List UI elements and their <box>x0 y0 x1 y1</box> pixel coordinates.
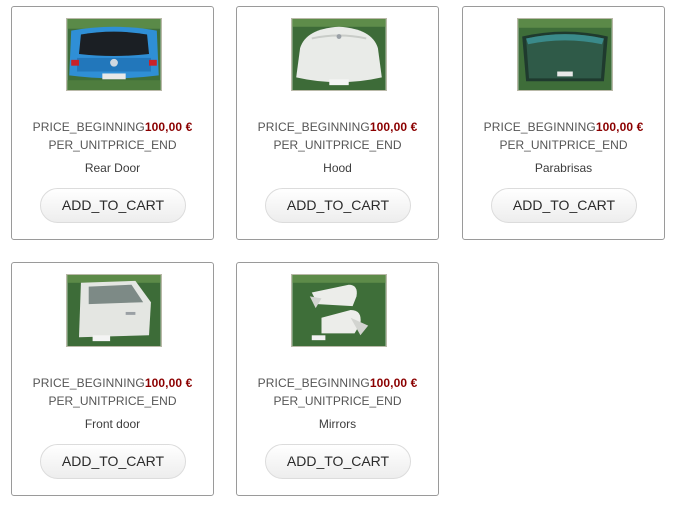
price-line: PRICE_BEGINNING100,00 € <box>12 376 213 390</box>
product-name: Parabrisas <box>534 161 593 175</box>
price-label: PRICE_BEGINNING <box>483 120 596 134</box>
add-to-cart-button[interactable]: ADD_TO_CART <box>265 188 411 223</box>
unit-label: PER_UNITPRICE_END <box>499 138 628 152</box>
product-grid: PRICE_BEGINNING100,00 € PER_UNITPRICE_EN… <box>0 0 680 512</box>
hood-image[interactable] <box>291 18 387 91</box>
price-amount: 100,00 € <box>369 376 418 390</box>
price-label: PRICE_BEGINNING <box>32 376 145 390</box>
add-to-cart-button[interactable]: ADD_TO_CART <box>40 444 186 479</box>
price-line: PRICE_BEGINNING100,00 € <box>463 120 664 134</box>
price-amount: 100,00 € <box>369 120 418 134</box>
add-to-cart-button[interactable]: ADD_TO_CART <box>40 188 186 223</box>
mirrors-image[interactable] <box>291 274 387 347</box>
add-to-cart-button[interactable]: ADD_TO_CART <box>491 188 637 223</box>
price-amount: 100,00 € <box>144 376 193 390</box>
windshield-image[interactable] <box>517 18 613 91</box>
price-label: PRICE_BEGINNING <box>257 120 370 134</box>
price-label: PRICE_BEGINNING <box>32 120 145 134</box>
price-amount: 100,00 € <box>595 120 644 134</box>
product-card: PRICE_BEGINNING100,00 € PER_UNITPRICE_EN… <box>236 6 439 240</box>
product-name: Rear Door <box>84 161 141 175</box>
product-name: Front door <box>84 417 141 431</box>
unit-label: PER_UNITPRICE_END <box>48 138 177 152</box>
product-card: PRICE_BEGINNING100,00 € PER_UNITPRICE_EN… <box>11 6 214 240</box>
rear-door-image[interactable] <box>66 18 162 91</box>
product-card: PRICE_BEGINNING100,00 € PER_UNITPRICE_EN… <box>11 262 214 496</box>
unit-label: PER_UNITPRICE_END <box>273 394 402 408</box>
price-label: PRICE_BEGINNING <box>257 376 370 390</box>
price-line: PRICE_BEGINNING100,00 € <box>12 120 213 134</box>
add-to-cart-button[interactable]: ADD_TO_CART <box>265 444 411 479</box>
price-line: PRICE_BEGINNING100,00 € <box>237 120 438 134</box>
product-card: PRICE_BEGINNING100,00 € PER_UNITPRICE_EN… <box>462 6 665 240</box>
price-line: PRICE_BEGINNING100,00 € <box>237 376 438 390</box>
product-name: Mirrors <box>318 417 357 431</box>
unit-label: PER_UNITPRICE_END <box>273 138 402 152</box>
product-name: Hood <box>323 161 352 175</box>
front-door-image[interactable] <box>66 274 162 347</box>
product-card: PRICE_BEGINNING100,00 € PER_UNITPRICE_EN… <box>236 262 439 496</box>
unit-label: PER_UNITPRICE_END <box>48 394 177 408</box>
price-amount: 100,00 € <box>144 120 193 134</box>
